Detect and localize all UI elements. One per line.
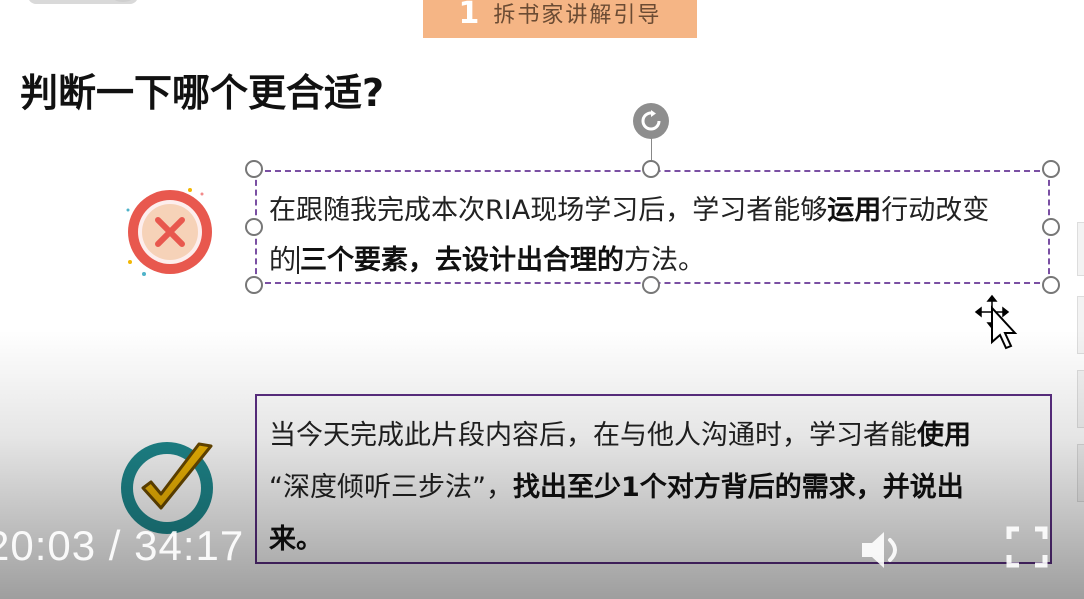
wrong-text-bold: ， xyxy=(408,245,435,276)
move-cursor-icon xyxy=(974,294,1018,350)
resize-handle-bottom-left[interactable] xyxy=(245,276,263,294)
right-text-bold: 找出至少1个对方背后的需求，并说出 xyxy=(512,472,964,503)
playback-time: 20:03 / 34:17 xyxy=(0,522,244,570)
right-text-segment: “深度倾听三步法”， xyxy=(269,472,513,503)
wrong-text-segment: 的 xyxy=(269,245,296,276)
wrong-text-segment: 方法。 xyxy=(624,245,705,276)
resize-handle-left[interactable] xyxy=(245,218,263,236)
x-circle-icon xyxy=(126,188,212,276)
total-time: 34:17 xyxy=(134,522,245,569)
side-sliver xyxy=(1077,444,1084,502)
fullscreen-icon[interactable] xyxy=(1006,526,1048,568)
side-sliver xyxy=(1077,296,1084,354)
wrong-option-text[interactable]: 在跟随我完成本次RIA现场学习后，学习者能够运用行动改变 的三个要素，去设计出合… xyxy=(269,186,1034,286)
wrong-text-bold: 运用 xyxy=(827,195,882,226)
resize-handle-top-left[interactable] xyxy=(245,160,263,178)
time-separator: / xyxy=(96,522,135,569)
wrong-text-bold: 三个要素 xyxy=(300,245,408,276)
section-banner: 1 拆书家讲解引导 xyxy=(423,0,697,38)
banner-number: 1 xyxy=(458,0,482,31)
resize-handle-right[interactable] xyxy=(1042,218,1060,236)
wrong-text-segment: 行动改变 xyxy=(881,195,990,226)
current-time: 20:03 xyxy=(0,522,97,569)
resize-handle-top[interactable] xyxy=(642,160,660,178)
side-sliver xyxy=(1077,222,1084,276)
resize-handle-top-right[interactable] xyxy=(1042,160,1060,178)
rotate-icon xyxy=(641,110,661,131)
resize-handle-bottom-right[interactable] xyxy=(1042,276,1060,294)
rotate-handle[interactable] xyxy=(633,103,669,139)
video-controls-bar: 20:03 / 34:17 xyxy=(0,510,1084,590)
wrong-text-bold: 去设计出合理的 xyxy=(435,245,624,276)
text-caret xyxy=(297,246,299,274)
wrong-option-textbox[interactable]: 在跟随我完成本次RIA现场学习后，学习者能够运用行动改变 的三个要素，去设计出合… xyxy=(255,170,1050,284)
right-text-bold: 使用 xyxy=(917,420,971,451)
volume-icon[interactable] xyxy=(858,526,908,574)
resize-handle-bottom[interactable] xyxy=(642,276,660,294)
wrong-text-segment: 在跟随我完成本次RIA现场学习后，学习者能够 xyxy=(269,195,828,226)
right-text-segment: 当今天完成此片段内容后，在与他人沟通时，学习者能 xyxy=(269,420,917,451)
banner-text: 拆书家讲解引导 xyxy=(493,3,662,28)
slide-title: 判断一下哪个更合适? xyxy=(20,71,385,115)
side-sliver xyxy=(1077,370,1084,428)
